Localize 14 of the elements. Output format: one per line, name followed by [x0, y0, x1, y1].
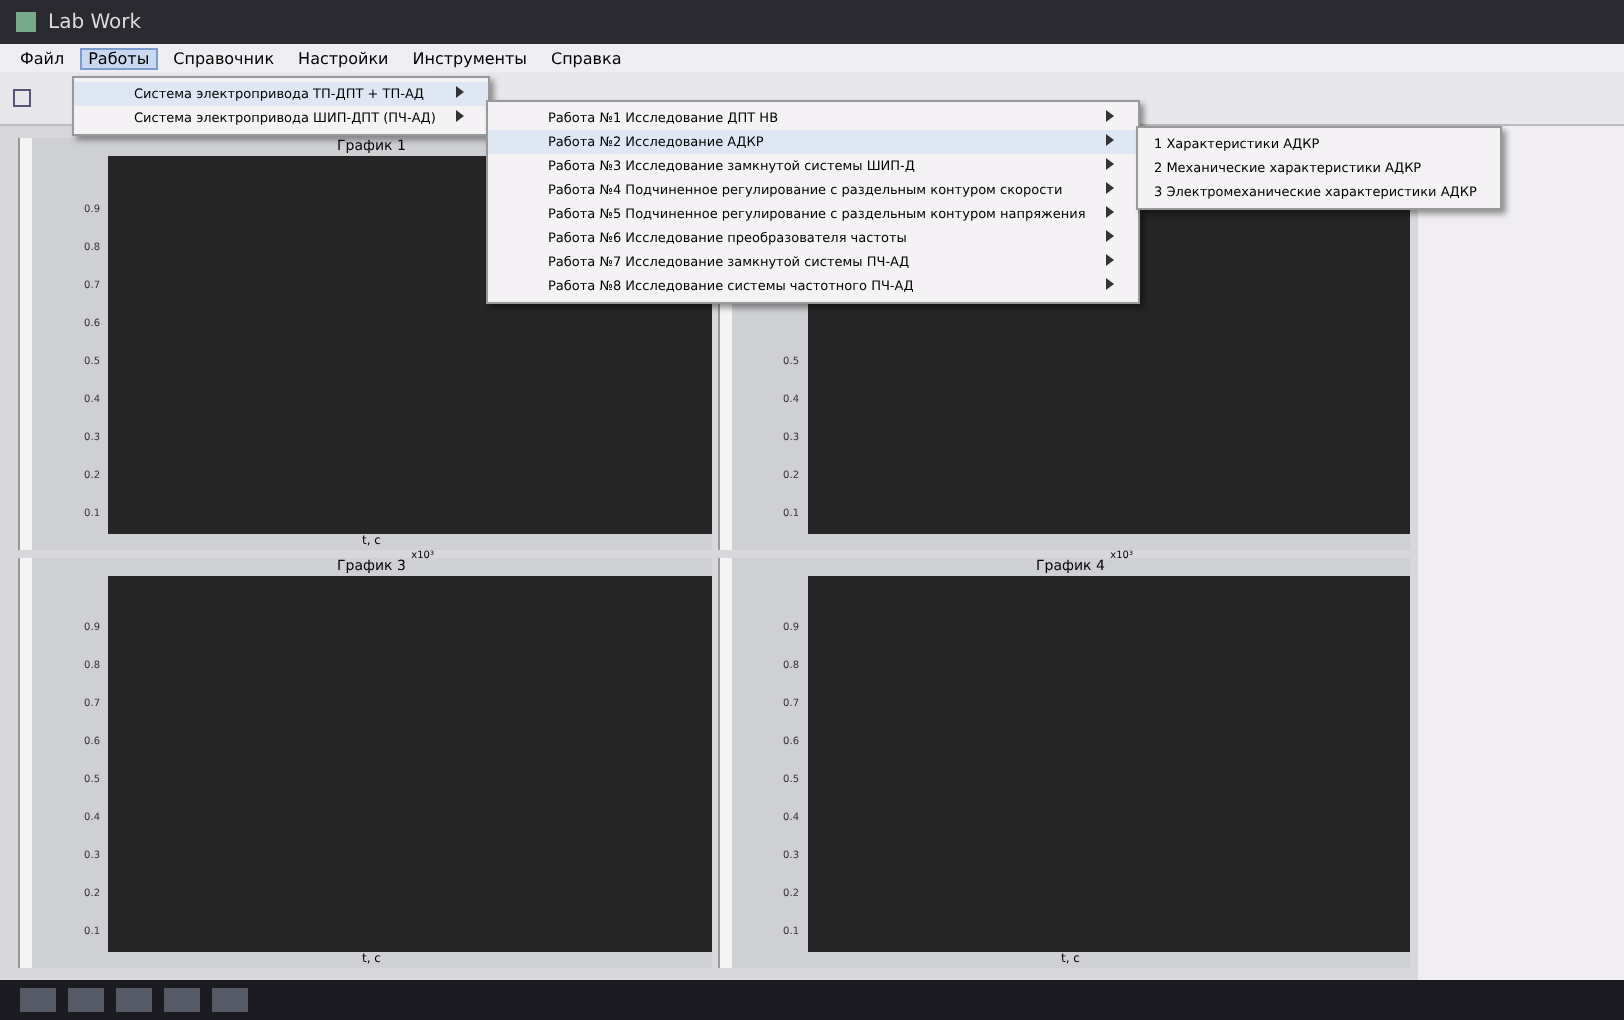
menu-item[interactable]: Работы	[80, 47, 158, 69]
window-title: Lab Work	[48, 11, 142, 33]
menu-item[interactable]: Инструменты	[404, 47, 535, 69]
taskbar-icon[interactable]	[212, 988, 248, 1012]
taskbar-icon[interactable]	[68, 988, 104, 1012]
menu-item[interactable]: Файл	[12, 47, 73, 69]
toolbar-icon[interactable]	[12, 88, 32, 108]
taskbar-icon[interactable]	[116, 988, 152, 1012]
taskbar-icon[interactable]	[164, 988, 200, 1012]
app-icon	[16, 12, 36, 32]
taskbar-icon[interactable]	[20, 988, 56, 1012]
menu-item[interactable]: Справочник	[165, 47, 283, 69]
menu-item[interactable]: Справка	[542, 47, 630, 69]
menu-item[interactable]: Настройки	[290, 47, 397, 69]
